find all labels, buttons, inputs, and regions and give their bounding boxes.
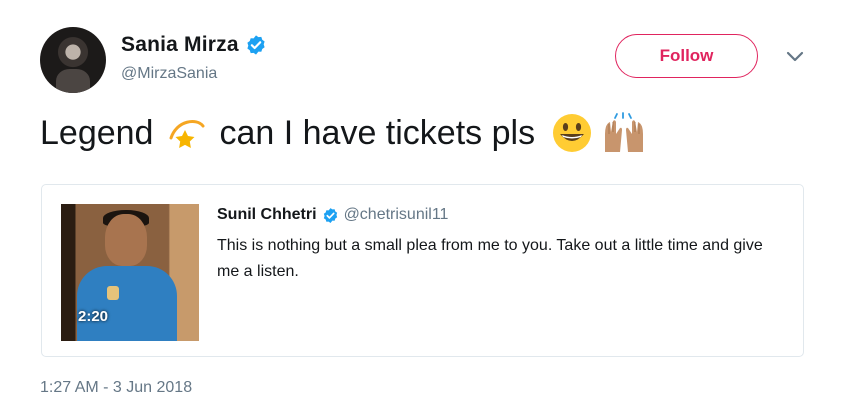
quoted-author-name[interactable]: Sunil Chhetri (217, 206, 317, 224)
quoted-author-handle[interactable]: @chetrisunil11 (344, 206, 449, 224)
quoted-tweet-card[interactable]: 2:20 Sunil Chhetri @chetrisunil11 This i… (41, 184, 804, 357)
verified-badge-icon (247, 35, 265, 55)
verified-badge-icon (323, 207, 337, 223)
author-handle[interactable]: @MirzaSania (121, 65, 217, 83)
follow-button[interactable]: Follow (615, 34, 758, 78)
author-display-name[interactable]: Sania Mirza (121, 33, 239, 57)
grinning-face-emoji-icon (553, 114, 592, 152)
tweet-text-part-1: Legend (40, 113, 154, 152)
thumbnail-face (105, 214, 147, 266)
tweet-text-part-2: can I have tickets pls (219, 113, 536, 152)
thumbnail-jersey (77, 266, 177, 341)
dizzy-star-emoji-icon (169, 120, 205, 148)
thumbnail-crest (107, 286, 119, 300)
tweet-timestamp[interactable]: 1:27 AM - 3 Jun 2018 (40, 379, 192, 397)
chevron-down-icon[interactable] (783, 48, 807, 66)
quoted-author-row: Sunil Chhetri @chetrisunil11 (217, 206, 448, 224)
video-duration: 2:20 (78, 308, 109, 325)
tweet-text: Legend can I have tickets pls (40, 112, 653, 154)
video-thumbnail[interactable]: 2:20 (61, 204, 199, 341)
raised-hands-emoji-icon (605, 112, 644, 152)
quoted-tweet-text: This is nothing but a small plea from me… (217, 237, 763, 280)
author-name-row: Sania Mirza (121, 33, 267, 57)
avatar-figure (56, 69, 90, 93)
author-avatar[interactable] (40, 27, 106, 93)
